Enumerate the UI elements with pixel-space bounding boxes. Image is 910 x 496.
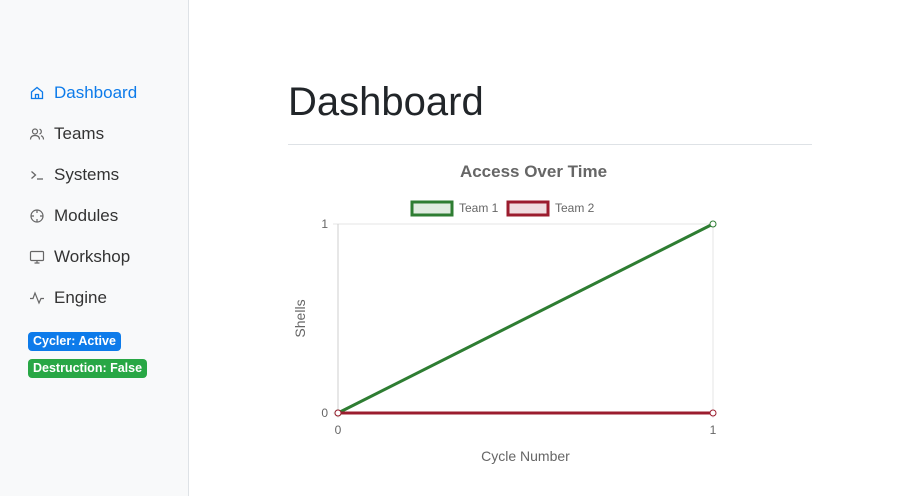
chart-title: Access Over Time	[460, 162, 607, 181]
sidebar-item-engine[interactable]: Engine	[0, 277, 188, 318]
cycler-status-badge: Cycler: Active	[28, 332, 121, 351]
sidebar-item-label: Modules	[54, 205, 119, 225]
activity-icon	[29, 290, 45, 306]
terminal-icon	[29, 167, 45, 183]
sidebar-item-dashboard[interactable]: Dashboard	[0, 72, 188, 113]
status-badges: Cycler: Active Destruction: False	[28, 332, 148, 386]
data-point	[334, 409, 342, 417]
sidebar-item-label: Systems	[54, 164, 120, 184]
data-point	[709, 409, 717, 417]
y-tick-label: 0	[321, 406, 328, 420]
crosshair-icon	[29, 208, 45, 224]
title-divider	[288, 144, 812, 145]
x-tick-label: 0	[335, 423, 342, 437]
data-point	[709, 220, 717, 228]
sidebar-item-teams[interactable]: Teams	[0, 113, 188, 154]
legend-swatch	[410, 200, 454, 217]
page-title: Dashboard	[288, 80, 484, 124]
x-axis-title: Cycle Number	[481, 448, 570, 464]
sidebar-item-label: Dashboard	[54, 82, 138, 102]
x-tick-label: 1	[710, 423, 717, 437]
y-tick-label: 1	[321, 217, 328, 231]
sidebar-item-label: Teams	[54, 123, 105, 143]
legend-label: Team 2	[555, 201, 595, 215]
sidebar: Dashboard Teams Systems Modules Workshop	[0, 0, 189, 496]
sidebar-item-systems[interactable]: Systems	[0, 154, 188, 195]
users-icon	[29, 126, 45, 142]
legend-swatch	[506, 200, 550, 217]
y-axis-title: Shells	[292, 299, 308, 337]
sidebar-nav: Dashboard Teams Systems Modules Workshop	[0, 72, 188, 318]
access-chart: Access Over Time Team 1 Team 2 0 1 0 1 Cycle Nu…	[280, 150, 820, 470]
home-icon	[29, 85, 45, 101]
monitor-icon	[29, 249, 45, 265]
legend-label: Team 1	[459, 201, 499, 215]
sidebar-item-label: Engine	[54, 287, 107, 307]
sidebar-item-modules[interactable]: Modules	[0, 195, 188, 236]
destruction-status-badge: Destruction: False	[28, 359, 148, 378]
access-chart-svg: Access Over Time Team 1 Team 2 0 1 0 1 Cycle Nu…	[292, 162, 717, 464]
sidebar-item-label: Workshop	[54, 246, 131, 266]
series-line	[337, 222, 714, 415]
sidebar-item-workshop[interactable]: Workshop	[0, 236, 188, 277]
